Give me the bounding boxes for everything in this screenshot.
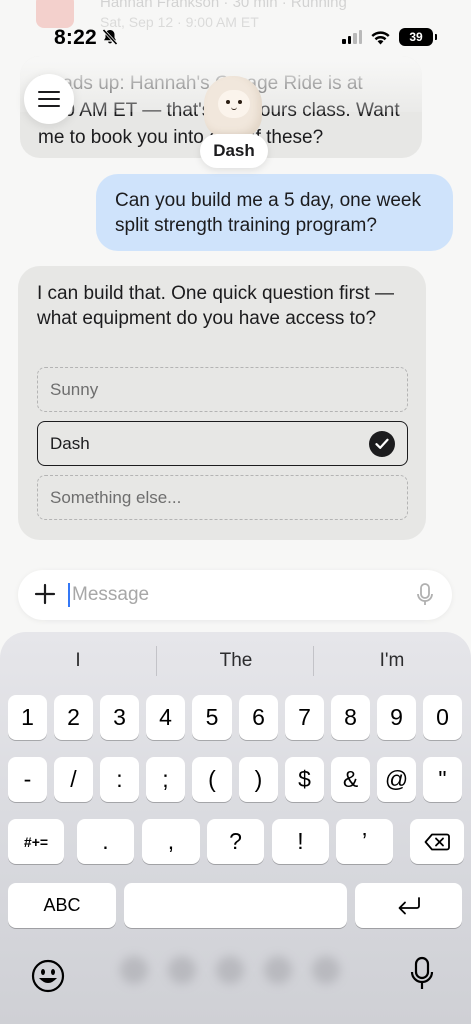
key-8[interactable]: 8 (331, 695, 370, 740)
message-composer (18, 570, 452, 620)
signal-icon (342, 30, 362, 44)
option-label: Something else... (50, 487, 182, 507)
suggestion-2[interactable]: The (161, 650, 311, 672)
key-ampersand[interactable]: & (331, 757, 370, 802)
key-open-paren[interactable]: ( (192, 757, 232, 802)
key-symbols[interactable]: #+= (8, 819, 64, 864)
key-exclamation[interactable]: ! (272, 819, 329, 864)
key-semicolon[interactable]: ; (146, 757, 185, 802)
key-colon[interactable]: : (100, 757, 139, 802)
battery-icon: 39 (399, 28, 437, 46)
option-dash[interactable]: Dash (37, 421, 408, 466)
key-hyphen[interactable]: - (8, 757, 47, 802)
option-label: Sunny (50, 379, 99, 399)
status-time: 8:22 (54, 26, 97, 49)
key-6[interactable]: 6 (239, 695, 278, 740)
checkmark-icon (369, 431, 395, 457)
return-icon (398, 896, 420, 914)
key-1[interactable]: 1 (8, 695, 47, 740)
key-0[interactable]: 0 (423, 695, 462, 740)
message-input[interactable] (72, 579, 392, 611)
plus-icon[interactable] (34, 583, 56, 605)
key-close-paren[interactable]: ) (239, 757, 278, 802)
delete-icon (424, 833, 450, 850)
user-message-text: Can you build me a 5 day, one week split… (115, 190, 421, 236)
key-3[interactable]: 3 (100, 695, 139, 740)
key-quote[interactable]: " (423, 757, 462, 802)
text-caret (68, 583, 70, 607)
menu-button[interactable] (24, 74, 74, 124)
key-period[interactable]: . (77, 819, 134, 864)
key-7[interactable]: 7 (285, 695, 324, 740)
microphone-icon[interactable] (416, 583, 434, 607)
avatar (204, 76, 262, 138)
delete-key[interactable] (410, 819, 464, 864)
bot-message: I can build that. One quick question fir… (18, 266, 426, 540)
assistant-name: Dash (200, 134, 268, 168)
option-sunny[interactable]: Sunny (37, 367, 408, 412)
key-2[interactable]: 2 (54, 695, 93, 740)
return-key[interactable] (355, 883, 462, 928)
suggestion-3[interactable]: I'm (317, 650, 467, 672)
key-comma[interactable]: , (142, 819, 200, 864)
microphone-icon[interactable] (410, 956, 434, 992)
key-abc[interactable]: ABC (8, 883, 116, 928)
key-question[interactable]: ? (207, 819, 264, 864)
key-9[interactable]: 9 (377, 695, 416, 740)
keyboard: I The I'm 1 2 3 4 5 6 7 8 9 0 - / : ; ( … (0, 632, 471, 1024)
menu-icon (38, 90, 60, 93)
emoji-icon[interactable] (30, 958, 66, 994)
status-bar: 8:22 39 (0, 0, 471, 70)
wifi-icon (371, 30, 390, 44)
space-key[interactable] (124, 883, 347, 928)
option-something-else[interactable]: Something else... (37, 475, 408, 520)
option-label: Dash (50, 433, 90, 453)
key-4[interactable]: 4 (146, 695, 185, 740)
user-message: Can you build me a 5 day, one week split… (96, 174, 453, 251)
key-5[interactable]: 5 (192, 695, 232, 740)
bot-message-text: I can build that. One quick question fir… (37, 283, 394, 329)
assistant-avatar[interactable]: Dash (198, 76, 270, 172)
bell-slash-icon (102, 28, 118, 46)
key-dollar[interactable]: $ (285, 757, 324, 802)
key-apostrophe[interactable]: ’ (336, 819, 393, 864)
key-slash[interactable]: / (54, 757, 93, 802)
key-at[interactable]: @ (377, 757, 416, 802)
suggestion-1[interactable]: I (3, 650, 153, 672)
